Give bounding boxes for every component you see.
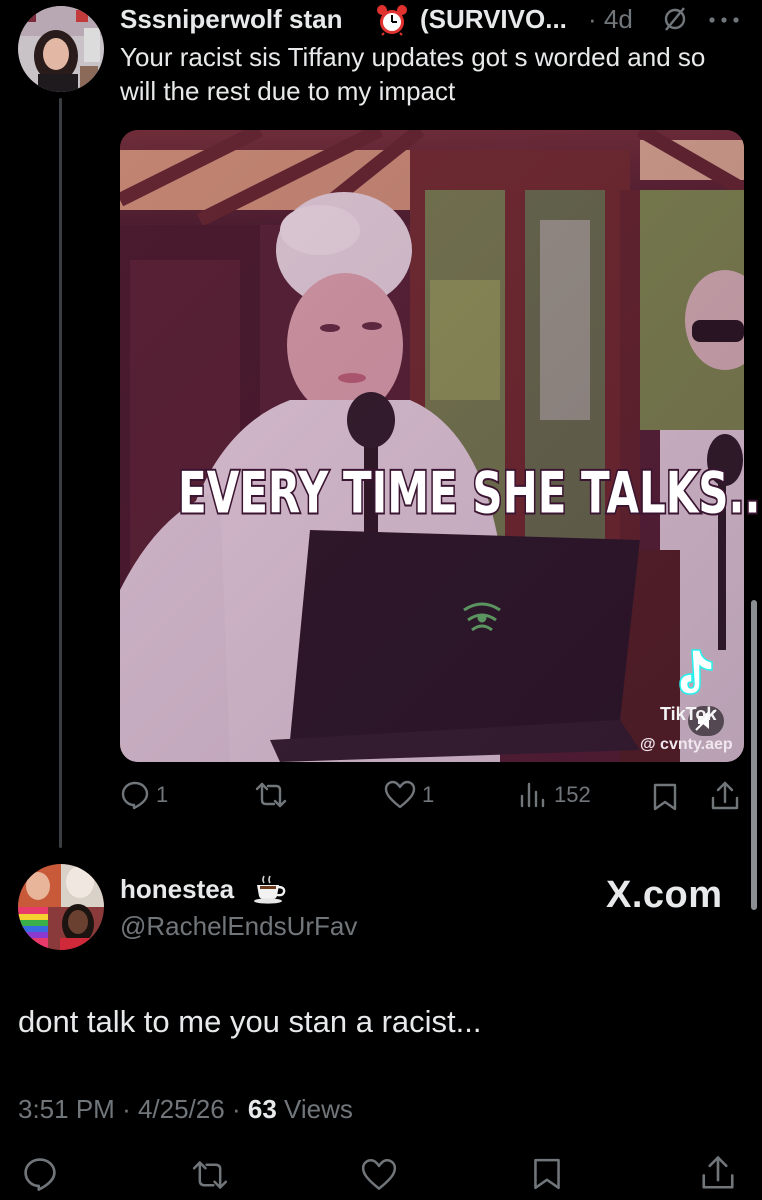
reply-tweet-text: Your racist sis Tiffany updates got s wo… (120, 42, 706, 106)
share-icon[interactable] (710, 780, 740, 812)
like-action[interactable]: 1 (384, 780, 434, 810)
tiktok-label: TikTok (660, 704, 717, 724)
main-display-name[interactable]: honestea (120, 872, 234, 906)
scrollbar[interactable] (751, 600, 757, 910)
views-label: Views (284, 1094, 353, 1124)
repost-action[interactable] (254, 780, 294, 810)
views-count: 152 (554, 782, 591, 807)
reply-timestamp[interactable]: · 4d (588, 0, 633, 38)
bookmark-icon[interactable] (652, 782, 678, 812)
main-tweet-text: dont talk to me you stan a racist... (18, 1004, 482, 1039)
tweet-meta: 3:51 PM · 4/25/26 · 63 Views (18, 1092, 353, 1126)
main-avatar[interactable] (18, 864, 104, 950)
views-action[interactable]: 152 (518, 780, 591, 810)
meta-separator: · (122, 1094, 131, 1124)
reply-display-name[interactable]: Sssniperwolf stan (120, 0, 343, 38)
reply-avatar[interactable] (18, 6, 104, 92)
views-icon (518, 780, 548, 810)
main-share-icon[interactable] (700, 1154, 736, 1192)
main-like-icon[interactable] (360, 1158, 398, 1192)
tiktok-handle: @ cvnty.aep (640, 736, 733, 753)
main-reply-icon[interactable] (22, 1156, 58, 1192)
like-count: 1 (422, 782, 435, 807)
main-bookmark-icon[interactable] (532, 1156, 562, 1192)
tweet-time[interactable]: 3:51 PM (18, 1094, 115, 1124)
x-com-badge: X.com (606, 874, 723, 916)
thread-line (59, 98, 62, 848)
main-handle[interactable]: @RachelEndsUrFav (120, 910, 357, 942)
main-repost-icon[interactable] (190, 1158, 230, 1192)
repost-icon (254, 780, 288, 810)
muted-icon (662, 6, 688, 32)
coffee-icon (252, 874, 288, 904)
meta-separator: · (231, 1094, 241, 1124)
alarm-clock-icon (376, 4, 408, 36)
like-icon (384, 780, 416, 810)
views-number[interactable]: 63 (248, 1094, 277, 1124)
reply-name-suffix[interactable]: (SURVIVO... (420, 0, 567, 38)
video-caption: EVERY TIME SHE TALKS... (176, 458, 762, 528)
video-media[interactable] (120, 130, 744, 762)
reply-count: 1 (156, 782, 169, 807)
tweet-date[interactable]: 4/25/26 (138, 1094, 225, 1124)
reply-icon (120, 780, 150, 810)
more-icon[interactable] (708, 16, 740, 24)
reply-action[interactable]: 1 (120, 780, 168, 810)
